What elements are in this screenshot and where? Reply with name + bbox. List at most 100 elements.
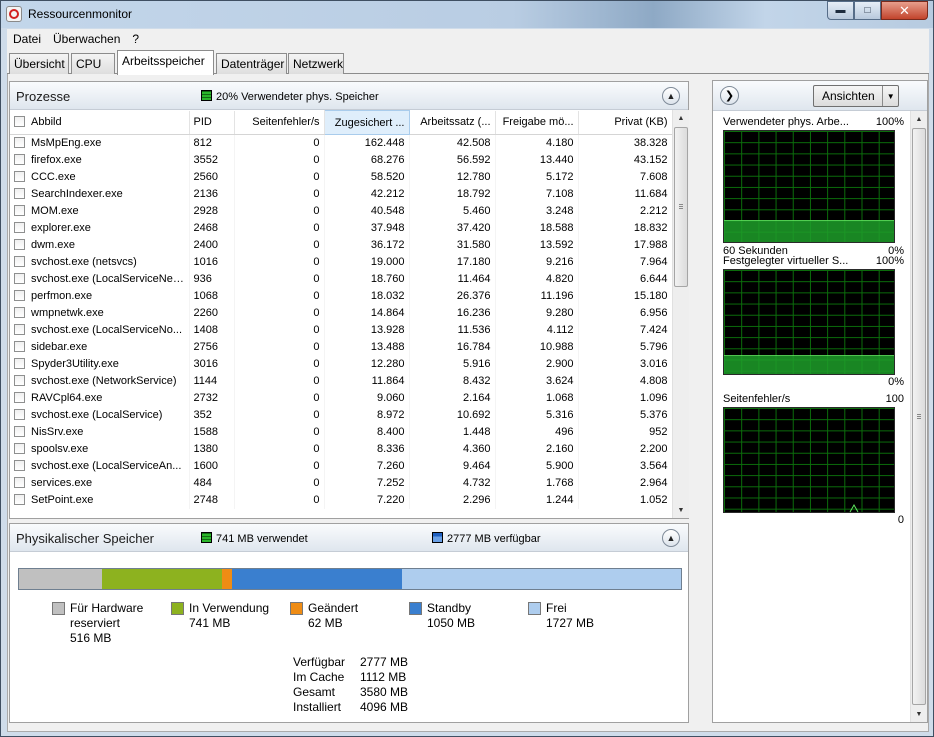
tab-datentraeger[interactable]: Datenträger xyxy=(216,53,287,74)
row-checkbox[interactable] xyxy=(14,137,25,149)
row-checkbox[interactable] xyxy=(14,273,25,284)
views-dropdown[interactable]: Ansichten ▼ xyxy=(813,85,899,107)
row-checkbox[interactable] xyxy=(14,290,25,301)
value-cell: 1.768 xyxy=(495,474,579,492)
row-checkbox[interactable] xyxy=(14,154,25,165)
graph-title-row: Festgelegter virtueller S... 100% xyxy=(723,255,904,267)
stat-label: Im Cache xyxy=(293,670,345,684)
tab-uebersicht[interactable]: Übersicht xyxy=(9,53,69,74)
value-cell: 42.212 xyxy=(324,185,410,203)
table-row[interactable]: svchost.exe (LocalServiceNet... 936 0 18.76… xyxy=(10,270,673,288)
table-row[interactable]: dwm.exe 2400 0 36.172 31.580 13.592 17.988 xyxy=(10,236,673,254)
processes-header[interactable]: Prozesse 20% Verwendeter phys. Speicher … xyxy=(10,82,688,110)
row-checkbox[interactable] xyxy=(14,171,25,182)
value-cell: 10.692 xyxy=(409,406,496,424)
physical-memory-header[interactable]: Physikalischer Speicher 741 MB verwendet… xyxy=(10,524,688,552)
row-checkbox[interactable] xyxy=(14,409,25,420)
arrow-down-icon: ▼ xyxy=(677,506,685,514)
column-seitenfehler[interactable]: Seitenfehler/s xyxy=(234,110,325,135)
table-row[interactable]: svchost.exe (NetworkService) 1144 0 11.864 8… xyxy=(10,372,673,390)
menu-datei[interactable]: Datei xyxy=(7,32,47,46)
table-row[interactable]: svchost.exe (netsvcs) 1016 0 19.000 17.180 9.… xyxy=(10,253,673,271)
select-all-checkbox[interactable] xyxy=(14,116,25,128)
process-name-cell: MOM.exe xyxy=(10,202,190,220)
row-checkbox[interactable] xyxy=(14,375,25,386)
process-name-cell: firefox.exe xyxy=(10,151,190,169)
row-checkbox[interactable] xyxy=(14,324,25,335)
collapse-physical-button[interactable]: ▲ xyxy=(662,529,680,547)
column-freigabe[interactable]: Freigabe mö... xyxy=(495,110,579,135)
row-checkbox[interactable] xyxy=(14,477,25,488)
pid-cell: 2136 xyxy=(189,185,235,203)
row-checkbox[interactable] xyxy=(14,392,25,403)
scroll-thumb[interactable] xyxy=(912,128,926,705)
standby-swatch xyxy=(409,602,422,615)
row-checkbox[interactable] xyxy=(14,205,25,216)
maximize-button[interactable]: □ xyxy=(854,1,881,20)
row-checkbox[interactable] xyxy=(14,256,25,267)
scroll-down-button[interactable]: ▼ xyxy=(673,502,689,518)
value-cell: 8.972 xyxy=(324,406,410,424)
row-checkbox[interactable] xyxy=(14,341,25,352)
table-row[interactable]: wmpnetwk.exe 2260 0 14.864 16.236 9.280 6.956 xyxy=(10,304,673,322)
collapse-processes-button[interactable]: ▲ xyxy=(662,87,680,105)
row-checkbox[interactable] xyxy=(14,426,25,437)
close-button[interactable]: ✕ xyxy=(881,1,928,20)
table-row[interactable]: sidebar.exe 2756 0 13.488 16.784 10.988 5.796 xyxy=(10,338,673,356)
tab-netzwerk[interactable]: Netzwerk xyxy=(288,53,344,74)
table-row[interactable]: svchost.exe (LocalService) 352 0 8.972 10.69… xyxy=(10,406,673,424)
processes-scrollbar[interactable]: ▲ ▼ xyxy=(672,110,689,518)
legend-standby-value: 1050 MB xyxy=(427,616,476,630)
column-privat[interactable]: Privat (KB) xyxy=(578,110,673,135)
row-checkbox[interactable] xyxy=(14,460,25,471)
table-row[interactable]: firefox.exe 3552 0 68.276 56.592 13.440 43.152 xyxy=(10,151,673,169)
table-row[interactable]: explorer.exe 2468 0 37.948 37.420 18.588 18.83… xyxy=(10,219,673,237)
column-abbild[interactable]: Abbild xyxy=(10,110,190,135)
menu-ueberwachen[interactable]: Überwachen xyxy=(47,32,126,46)
table-row[interactable]: svchost.exe (LocalServiceNo... 1408 0 13.92… xyxy=(10,321,673,339)
row-checkbox[interactable] xyxy=(14,443,25,454)
stat-value: 2777 MB xyxy=(360,655,409,669)
pid-cell: 1588 xyxy=(189,423,235,441)
column-arbeitssatz[interactable]: Arbeitssatz (... xyxy=(409,110,496,135)
row-checkbox[interactable] xyxy=(14,188,25,199)
graphs-scrollbar[interactable]: ▲ ▼ xyxy=(910,111,927,722)
pid-cell: 1408 xyxy=(189,321,235,339)
table-row[interactable]: CCC.exe 2560 0 58.520 12.780 5.172 7.608 xyxy=(10,168,673,186)
scroll-up-button[interactable]: ▲ xyxy=(911,111,927,127)
process-name: svchost.exe (LocalServiceAn... xyxy=(31,460,182,472)
tab-cpu[interactable]: CPU xyxy=(71,53,115,74)
minimize-button[interactable]: ▬ xyxy=(827,1,854,20)
memory-used-summary: 741 MB verwendet xyxy=(201,532,308,545)
table-row[interactable]: perfmon.exe 1068 0 18.032 26.376 11.196 15.180 xyxy=(10,287,673,305)
scroll-up-button[interactable]: ▲ xyxy=(673,110,689,126)
scroll-thumb[interactable] xyxy=(674,127,688,287)
table-row[interactable]: NisSrv.exe 1588 0 8.400 1.448 496 952 xyxy=(10,423,673,441)
value-cell: 11.684 xyxy=(578,185,673,203)
row-checkbox[interactable] xyxy=(14,358,25,369)
row-checkbox[interactable] xyxy=(14,222,25,233)
process-name-cell: svchost.exe (LocalServiceAn... xyxy=(10,457,190,475)
scroll-down-button[interactable]: ▼ xyxy=(911,706,927,722)
table-row[interactable]: SetPoint.exe 2748 0 7.220 2.296 1.244 1.052 xyxy=(10,491,673,509)
table-row[interactable]: services.exe 484 0 7.252 4.732 1.768 2.964 xyxy=(10,474,673,492)
row-checkbox[interactable] xyxy=(14,494,25,505)
column-pid[interactable]: PID xyxy=(189,110,235,135)
row-checkbox[interactable] xyxy=(14,307,25,318)
row-checkbox[interactable] xyxy=(14,239,25,250)
process-name-cell: SearchIndexer.exe xyxy=(10,185,190,203)
table-row[interactable]: MOM.exe 2928 0 40.548 5.460 3.248 2.212 xyxy=(10,202,673,220)
table-row[interactable]: SearchIndexer.exe 2136 0 42.212 18.792 7.108 1… xyxy=(10,185,673,203)
table-row[interactable]: RAVCpl64.exe 2732 0 9.060 2.164 1.068 1.096 xyxy=(10,389,673,407)
menu-help[interactable]: ? xyxy=(126,32,145,46)
value-cell: 4.112 xyxy=(495,321,579,339)
title-bar[interactable]: Ressourcenmonitor ▬ □ ✕ xyxy=(1,1,933,28)
table-row[interactable]: spoolsv.exe 1380 0 8.336 4.360 2.160 2.200 xyxy=(10,440,673,458)
processes-summary-text: 20% Verwendeter phys. Speicher xyxy=(216,91,379,103)
table-row[interactable]: MsMpEng.exe 812 0 162.448 42.508 4.180 38.328 xyxy=(10,134,673,152)
toggle-graphs-button[interactable]: ❯ xyxy=(720,86,739,105)
table-row[interactable]: Spyder3Utility.exe 3016 0 12.280 5.916 2.900 3… xyxy=(10,355,673,373)
tab-arbeitsspeicher[interactable]: Arbeitsspeicher xyxy=(117,50,214,75)
table-row[interactable]: svchost.exe (LocalServiceAn... 1600 0 7.260… xyxy=(10,457,673,475)
column-zugesichert[interactable]: Zugesichert ... xyxy=(323,110,410,135)
